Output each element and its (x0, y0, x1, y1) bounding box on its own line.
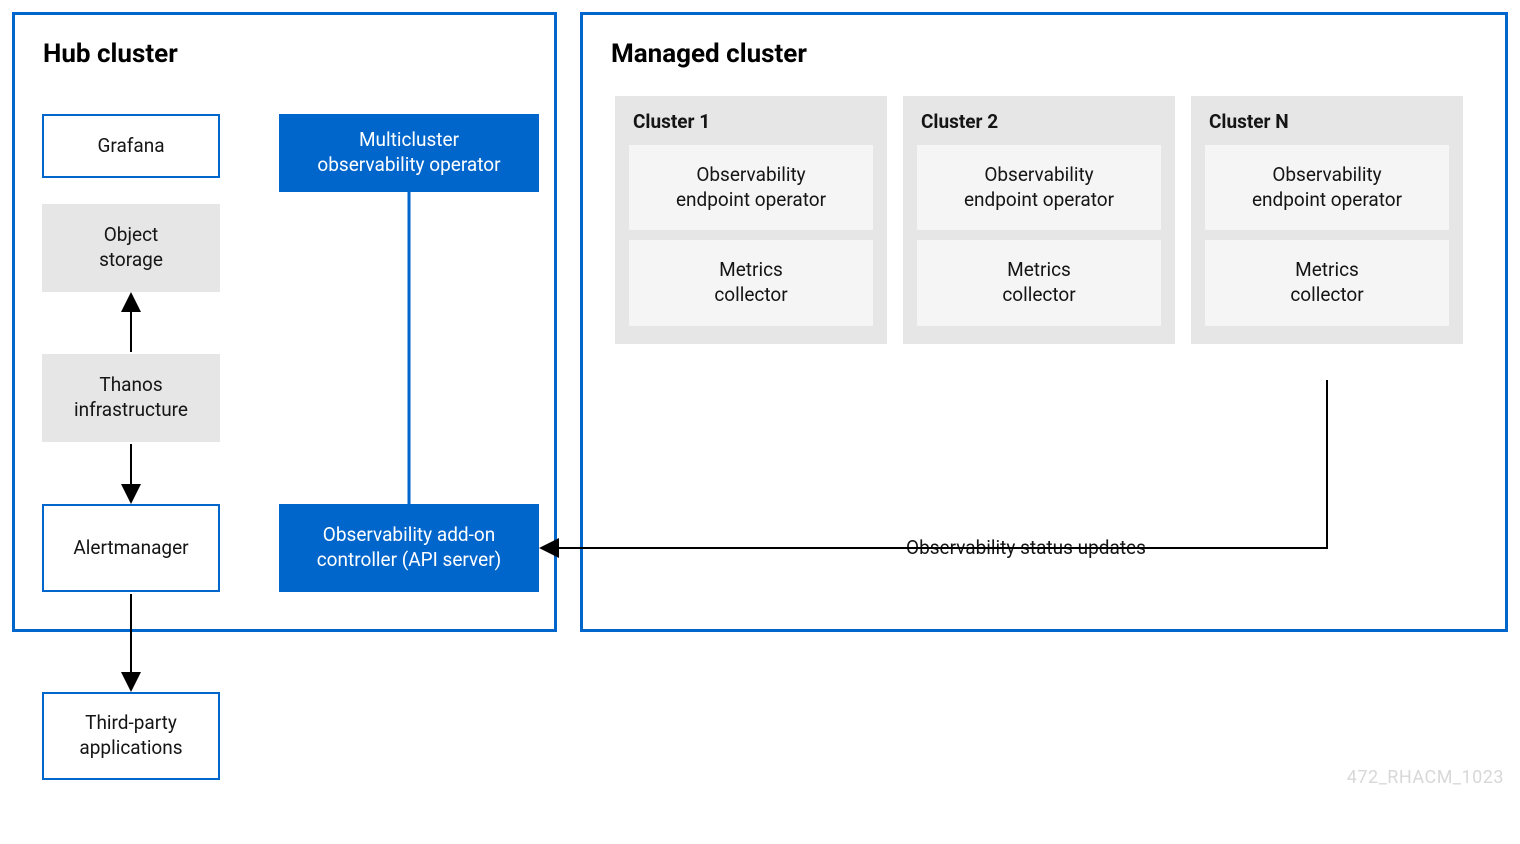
addon-controller-node: Observability add-on controller (API ser… (279, 504, 539, 592)
cluster-n-endpoint: Observability endpoint operator (1205, 145, 1449, 230)
cluster-1-endpoint: Observability endpoint operator (629, 145, 873, 230)
grafana-node: Grafana (42, 114, 220, 178)
cluster-2-collector: Metrics collector (917, 240, 1161, 325)
cluster-1-collector: Metrics collector (629, 240, 873, 325)
thanos-label: Thanos infrastructure (74, 373, 188, 422)
thanos-node: Thanos infrastructure (42, 354, 220, 442)
third-party-label: Third-party applications (79, 711, 182, 760)
diagram-container: Hub cluster Managed cluster Grafana Obje… (0, 0, 1520, 844)
alertmanager-node: Alertmanager (42, 504, 220, 592)
object-storage-node: Object storage (42, 204, 220, 292)
multicluster-operator-node: Multicluster observability operator (279, 114, 539, 192)
cluster-1-box: Cluster 1 Observability endpoint operato… (615, 96, 887, 344)
footer-watermark: 472_RHACM_1023 (1347, 767, 1504, 788)
addon-controller-label: Observability add-on controller (API ser… (317, 523, 502, 572)
managed-cluster-title: Managed cluster (611, 39, 1505, 69)
object-storage-label: Object storage (99, 223, 163, 272)
alertmanager-label: Alertmanager (73, 536, 188, 561)
cluster-2-endpoint: Observability endpoint operator (917, 145, 1161, 230)
cluster-n-box: Cluster N Observability endpoint operato… (1191, 96, 1463, 344)
hub-cluster-title: Hub cluster (43, 39, 554, 69)
cluster-2-title: Cluster 2 (921, 110, 1161, 133)
cluster-1-title: Cluster 1 (633, 110, 873, 133)
third-party-node: Third-party applications (42, 692, 220, 780)
cluster-n-collector: Metrics collector (1205, 240, 1449, 325)
multicluster-operator-label: Multicluster observability operator (317, 128, 500, 177)
grafana-label: Grafana (97, 134, 164, 159)
cluster-2-box: Cluster 2 Observability endpoint operato… (903, 96, 1175, 344)
status-updates-label: Observability status updates (900, 536, 1152, 559)
cluster-n-title: Cluster N (1209, 110, 1449, 133)
